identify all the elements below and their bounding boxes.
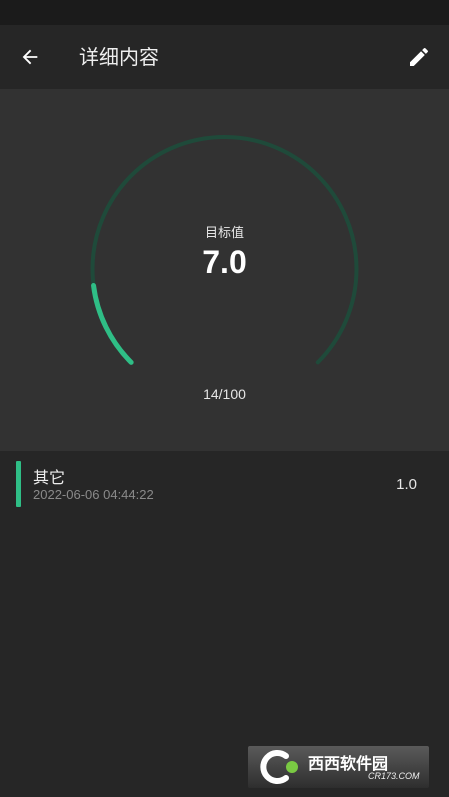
gauge-progress-text: 14/100 [203, 386, 246, 402]
record-name: 其它 [33, 468, 66, 487]
app-bar: 详细内容 [0, 25, 449, 89]
gauge-value: 7.0 [202, 244, 247, 280]
arrow-left-icon [22, 49, 38, 65]
screen: 详细内容 目标值 7.0 14/100 其它 2022-06-06 04:44:… [0, 0, 449, 797]
target-gauge-panel: 目标值 7.0 14/100 [0, 89, 449, 451]
watermark-logo: 西西软件园 CR173.COM [248, 746, 429, 788]
edit-button[interactable] [399, 37, 439, 77]
record-timestamp: 2022-06-06 04:44:22 [33, 487, 154, 502]
status-bar [0, 0, 449, 25]
back-button[interactable] [10, 37, 50, 77]
pencil-icon [410, 47, 429, 66]
page-title: 详细内容 [79, 45, 159, 69]
watermark-mark-icon [260, 750, 298, 784]
gauge-progress-arc [91, 283, 134, 365]
record-value: 1.0 [396, 476, 417, 493]
record-color-bar [16, 461, 21, 507]
list-item[interactable]: 其它 2022-06-06 04:44:22 1.0 [0, 458, 449, 510]
gauge-label: 目标值 [204, 226, 244, 241]
watermark-domain: CR173.COM [368, 771, 420, 781]
